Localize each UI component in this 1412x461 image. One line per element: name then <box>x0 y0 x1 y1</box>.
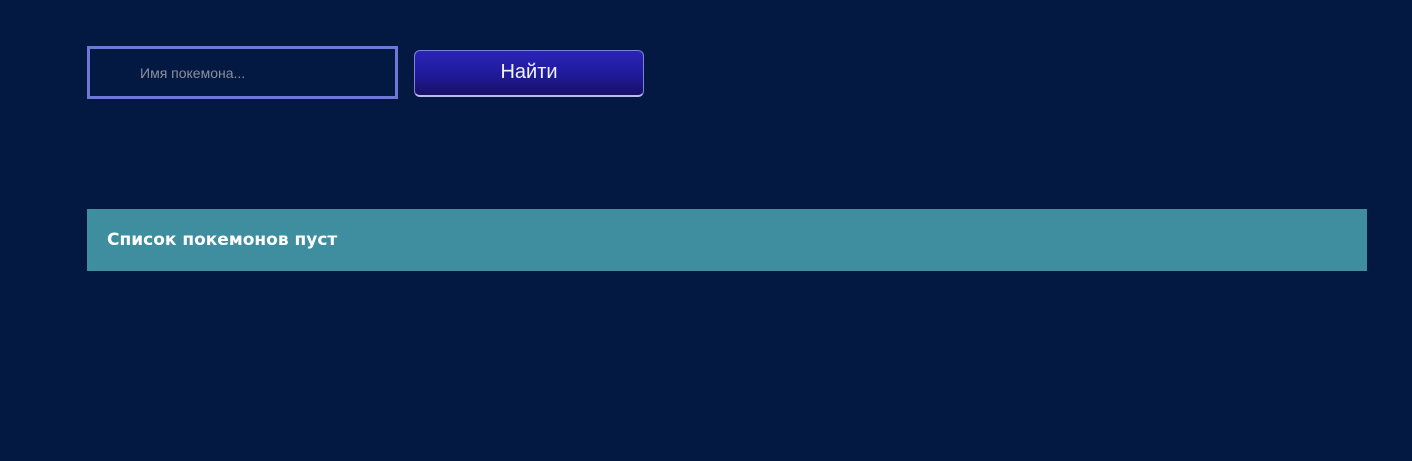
search-button[interactable]: Найти <box>414 49 644 97</box>
empty-list-banner: Список покемонов пуст <box>87 209 1367 271</box>
pokemon-name-input[interactable] <box>87 46 398 99</box>
empty-list-message: Список покемонов пуст <box>107 230 338 250</box>
search-bar: Найти <box>87 46 644 99</box>
